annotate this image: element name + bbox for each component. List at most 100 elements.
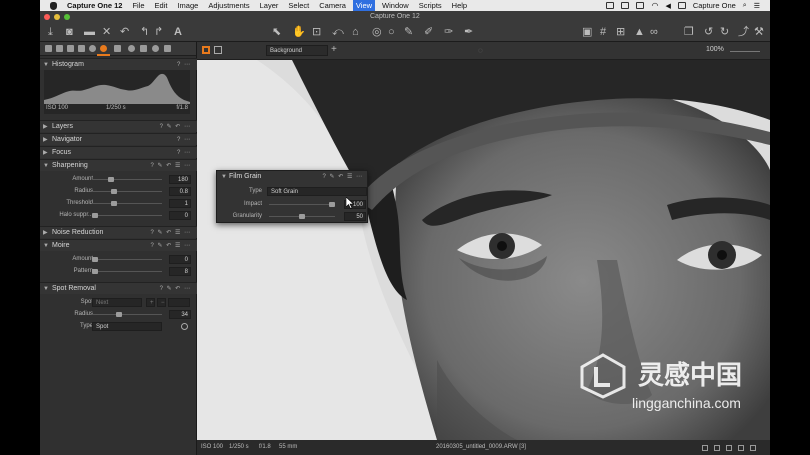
slider-knob[interactable]: [299, 214, 305, 219]
sharpening-halo-slider[interactable]: [92, 213, 162, 218]
film-grain-type-select[interactable]: Soft Grain: [267, 186, 367, 196]
spot-radius-value[interactable]: 34: [169, 309, 191, 319]
slider-knob[interactable]: [111, 201, 118, 206]
sharpening-amount-value[interactable]: 180: [169, 174, 191, 184]
tab-output-icon[interactable]: [140, 45, 147, 52]
film-grain-impact-slider[interactable]: [269, 202, 335, 207]
viewer-single-icon[interactable]: [214, 46, 222, 54]
rotate-right-icon[interactable]: ↻: [720, 26, 729, 38]
camera-icon[interactable]: ◙: [66, 26, 73, 38]
reset-icon[interactable]: ↶: [120, 26, 129, 38]
status-icon-2[interactable]: [714, 445, 720, 451]
wifi-icon[interactable]: ◠: [651, 1, 658, 10]
battery-icon[interactable]: [636, 2, 645, 9]
copy-icon[interactable]: ❐: [684, 26, 694, 38]
tab-details-icon[interactable]: [100, 45, 107, 52]
image-viewer[interactable]: [197, 60, 770, 440]
variant-select[interactable]: Background: [266, 45, 328, 56]
spot-remove-button[interactable]: −: [157, 297, 166, 307]
tab-library-icon[interactable]: [45, 45, 52, 52]
status-icon-3[interactable]: [726, 445, 732, 451]
menu-scripts[interactable]: Scripts: [419, 0, 442, 11]
import-icon[interactable]: ⤓: [48, 26, 53, 38]
sharpening-amount-slider[interactable]: [92, 177, 162, 182]
spot-tool-icon[interactable]: ◎: [372, 26, 382, 38]
spot-options-button[interactable]: [168, 297, 190, 307]
undo-icon[interactable]: ↰: [140, 26, 149, 38]
viewer-mode-icon[interactable]: [202, 46, 210, 54]
zoom-window-button[interactable]: [64, 14, 70, 20]
keystone-tool-icon[interactable]: ⌂: [352, 26, 359, 38]
slider-knob[interactable]: [111, 189, 118, 194]
volume-icon[interactable]: ◀: [665, 2, 670, 10]
warning-icon[interactable]: ▲: [634, 26, 645, 38]
select-tool-icon[interactable]: ⬉: [272, 26, 281, 38]
slider-knob[interactable]: [92, 257, 98, 262]
menu-window[interactable]: Window: [382, 0, 409, 11]
minimize-window-button[interactable]: [54, 14, 60, 20]
pan-tool-icon[interactable]: ✋: [292, 26, 306, 38]
section-navigator[interactable]: ▶ Navigator ? ⋯: [40, 133, 197, 145]
film-grain-header[interactable]: ▼ Film Grain ? ✎ ↶ ☰ ⋯: [217, 171, 369, 183]
sharpening-threshold-slider[interactable]: [92, 201, 162, 206]
text-tool-icon[interactable]: A: [174, 26, 182, 38]
moire-amount-slider[interactable]: [92, 257, 162, 262]
spot-radius-slider[interactable]: [92, 312, 162, 317]
tab-lens-icon[interactable]: [67, 45, 74, 52]
menu-app-name[interactable]: Capture One 12: [67, 0, 122, 11]
section-menu-icon[interactable]: ? ✎ ↶ ⋯: [160, 121, 191, 133]
sharpening-halo-value[interactable]: 0: [169, 210, 191, 220]
menu-layer[interactable]: Layer: [260, 0, 279, 11]
compare-icon[interactable]: ▣: [582, 26, 592, 38]
slider-knob[interactable]: [92, 213, 98, 218]
gradient-tool-icon[interactable]: ✐: [424, 26, 433, 38]
grid-icon[interactable]: #: [600, 26, 606, 38]
tab-metadata-icon[interactable]: [128, 45, 135, 52]
tab-batch-icon[interactable]: [152, 45, 159, 52]
lens-tool-icon[interactable]: ○: [388, 26, 395, 38]
brush-tool-icon[interactable]: ✎: [404, 26, 413, 38]
menu-help[interactable]: Help: [452, 0, 467, 11]
status-icon-4[interactable]: [738, 445, 744, 451]
slider-knob[interactable]: [108, 177, 114, 182]
section-menu-icon[interactable]: ? ⋯: [177, 134, 191, 146]
zoom-value[interactable]: 100%: [706, 46, 724, 53]
section-menu-icon[interactable]: ? ✎ ↶ ☰ ⋯: [151, 160, 191, 172]
tab-exposure-icon[interactable]: [89, 45, 96, 52]
section-spot-removal[interactable]: ▼ Spot Removal ? ✎ ↶ ⋯: [40, 282, 197, 294]
apple-menu-icon[interactable]: [50, 1, 57, 10]
menu-file[interactable]: File: [132, 0, 144, 11]
spot-circle-icon[interactable]: [181, 323, 188, 330]
menu-image[interactable]: Image: [177, 0, 198, 11]
section-sharpening[interactable]: ▼ Sharpening ? ✎ ↶ ☰ ⋯: [40, 159, 197, 171]
section-menu-icon[interactable]: ? ✎ ↶ ⋯: [160, 283, 191, 295]
sharpening-radius-value[interactable]: 0.8: [169, 186, 191, 196]
folder-icon[interactable]: ▬: [84, 26, 95, 38]
tab-adjustments-icon[interactable]: [114, 45, 121, 52]
slider-knob[interactable]: [329, 202, 335, 207]
menu-view[interactable]: View: [352, 0, 376, 11]
section-histogram[interactable]: ▼ Histogram ? ⋯: [40, 58, 197, 70]
tab-capture-icon[interactable]: [56, 45, 63, 52]
film-grain-granularity-value[interactable]: 50: [344, 211, 366, 221]
menu-edit[interactable]: Edit: [155, 0, 168, 11]
sharpening-radius-slider[interactable]: [92, 189, 162, 194]
sharpening-threshold-value[interactable]: 1: [169, 198, 191, 208]
section-moire[interactable]: ▼ Moire ? ✎ ↶ ☰ ⋯: [40, 239, 197, 251]
search-icon[interactable]: ⌕: [743, 2, 747, 10]
moire-pattern-value[interactable]: 8: [169, 266, 191, 276]
spot-add-button[interactable]: +: [146, 297, 155, 307]
guides-icon[interactable]: ⊞: [616, 26, 625, 38]
display-icon[interactable]: [677, 2, 686, 9]
menu-adjustments[interactable]: Adjustments: [208, 0, 249, 11]
screen-icon[interactable]: [606, 2, 615, 9]
close-window-button[interactable]: [44, 14, 50, 20]
film-grain-granularity-slider[interactable]: [269, 214, 335, 219]
rotate-left-icon[interactable]: ↺: [704, 26, 713, 38]
section-menu-icon[interactable]: ? ✎ ↶ ☰ ⋯: [323, 171, 363, 183]
spot-type-select[interactable]: Spot: [92, 321, 162, 331]
status-icon-5[interactable]: [750, 445, 756, 451]
slider-knob[interactable]: [116, 312, 123, 317]
tab-color-icon[interactable]: [78, 45, 85, 52]
section-menu-icon[interactable]: ? ✎ ↶ ☰ ⋯: [151, 240, 191, 252]
